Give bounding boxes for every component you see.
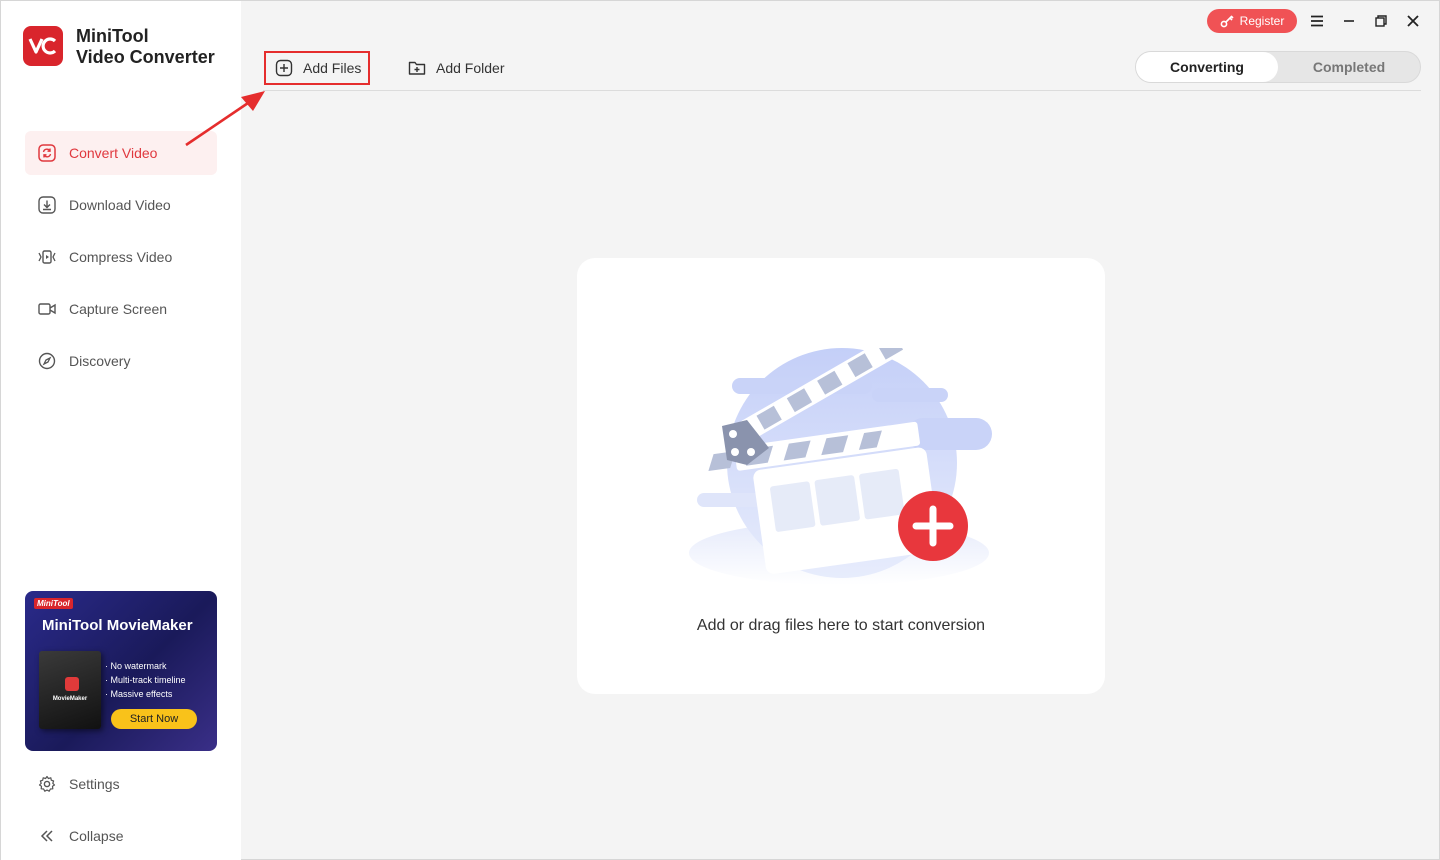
sidebar-item-compress-video[interactable]: Compress Video bbox=[25, 235, 217, 279]
compass-icon bbox=[37, 351, 57, 371]
minimize-button[interactable] bbox=[1339, 11, 1359, 31]
promo-brand: MiniTool bbox=[34, 598, 73, 609]
plus-square-icon bbox=[275, 59, 293, 77]
restore-icon bbox=[1375, 15, 1387, 27]
register-label: Register bbox=[1239, 14, 1285, 28]
collapse-button[interactable]: Collapse bbox=[25, 818, 217, 854]
toolbar-divider bbox=[263, 90, 1421, 91]
app-window: MiniTool Video Converter Convert Video D… bbox=[0, 0, 1440, 860]
add-files-label: Add Files bbox=[303, 60, 362, 76]
register-button[interactable]: Register bbox=[1207, 9, 1297, 33]
add-folder-label: Add Folder bbox=[436, 60, 505, 76]
settings-label: Settings bbox=[69, 776, 120, 792]
clapperboard-illustration-icon bbox=[689, 348, 992, 585]
sidebar-item-capture-screen[interactable]: Capture Screen bbox=[25, 287, 217, 331]
sidebar-item-label: Capture Screen bbox=[69, 301, 168, 317]
status-tabs: Converting Completed bbox=[1135, 51, 1421, 83]
close-icon bbox=[1407, 15, 1419, 27]
close-button[interactable] bbox=[1403, 11, 1423, 31]
drop-zone-hint: Add or drag files here to start conversi… bbox=[696, 617, 986, 634]
restore-button[interactable] bbox=[1371, 11, 1391, 31]
menu-button[interactable] bbox=[1307, 11, 1327, 31]
sidebar-item-download-video[interactable]: Download Video bbox=[25, 183, 217, 227]
app-title-line1: MiniTool bbox=[76, 26, 149, 46]
settings-button[interactable]: Settings bbox=[25, 766, 217, 802]
minimize-icon bbox=[1344, 20, 1354, 22]
app-title: MiniTool Video Converter bbox=[76, 26, 215, 68]
start-now-button[interactable]: Start Now bbox=[111, 709, 197, 729]
promo-feature: · Multi-track timeline bbox=[105, 675, 186, 685]
sidebar-item-label: Compress Video bbox=[69, 249, 173, 265]
add-folder-icon bbox=[408, 61, 426, 75]
tab-completed[interactable]: Completed bbox=[1278, 52, 1420, 82]
moviemaker-promo-banner[interactable]: MiniTool MiniTool MovieMaker MovieMaker … bbox=[25, 591, 217, 751]
gear-icon bbox=[37, 774, 57, 794]
sidebar-item-discovery[interactable]: Discovery bbox=[25, 339, 217, 383]
app-title-line2: Video Converter bbox=[76, 47, 215, 67]
key-icon bbox=[1220, 15, 1234, 28]
collapse-label: Collapse bbox=[69, 828, 124, 844]
convert-icon bbox=[37, 143, 57, 163]
promo-features: · No watermark · Multi-track timeline · … bbox=[105, 659, 186, 701]
moviemaker-box-image: MovieMaker bbox=[39, 651, 101, 729]
file-drop-zone[interactable]: Add or drag files here to start conversi… bbox=[577, 258, 1105, 694]
promo-box-label: MovieMaker bbox=[52, 696, 88, 702]
hamburger-icon bbox=[1311, 15, 1323, 27]
annotation-arrow-icon bbox=[185, 91, 265, 147]
double-chevron-left-icon bbox=[37, 826, 57, 846]
add-folder-button[interactable]: Add Folder bbox=[406, 51, 504, 85]
sidebar-nav: Convert Video Download Video Compress Vi… bbox=[25, 131, 217, 391]
compress-icon bbox=[37, 247, 57, 267]
sidebar-item-label: Convert Video bbox=[69, 145, 158, 161]
promo-feature: · No watermark bbox=[105, 661, 167, 671]
sidebar-item-label: Discovery bbox=[69, 353, 131, 369]
sidebar-item-label: Download Video bbox=[69, 197, 171, 213]
promo-title: MiniTool MovieMaker bbox=[42, 617, 193, 634]
tab-converting[interactable]: Converting bbox=[1136, 52, 1278, 82]
add-files-button[interactable]: Add Files bbox=[264, 51, 370, 85]
vc-logo-icon bbox=[23, 26, 63, 66]
camera-icon bbox=[37, 299, 57, 319]
moviemaker-logo-icon bbox=[65, 677, 79, 691]
download-icon bbox=[37, 195, 57, 215]
promo-feature: · Massive effects bbox=[105, 689, 173, 699]
